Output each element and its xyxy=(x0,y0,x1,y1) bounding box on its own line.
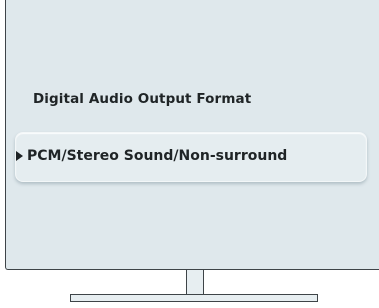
tv-stand-base xyxy=(70,294,318,302)
tv-stand-neck xyxy=(186,270,204,295)
triangle-right-icon xyxy=(16,151,23,161)
audio-format-option-label: PCM/Stereo Sound/Non-surround xyxy=(27,148,288,164)
setting-title: Digital Audio Output Format xyxy=(33,91,252,107)
tv-illustration: Digital Audio Output Format PCM/Stereo S… xyxy=(0,0,379,308)
